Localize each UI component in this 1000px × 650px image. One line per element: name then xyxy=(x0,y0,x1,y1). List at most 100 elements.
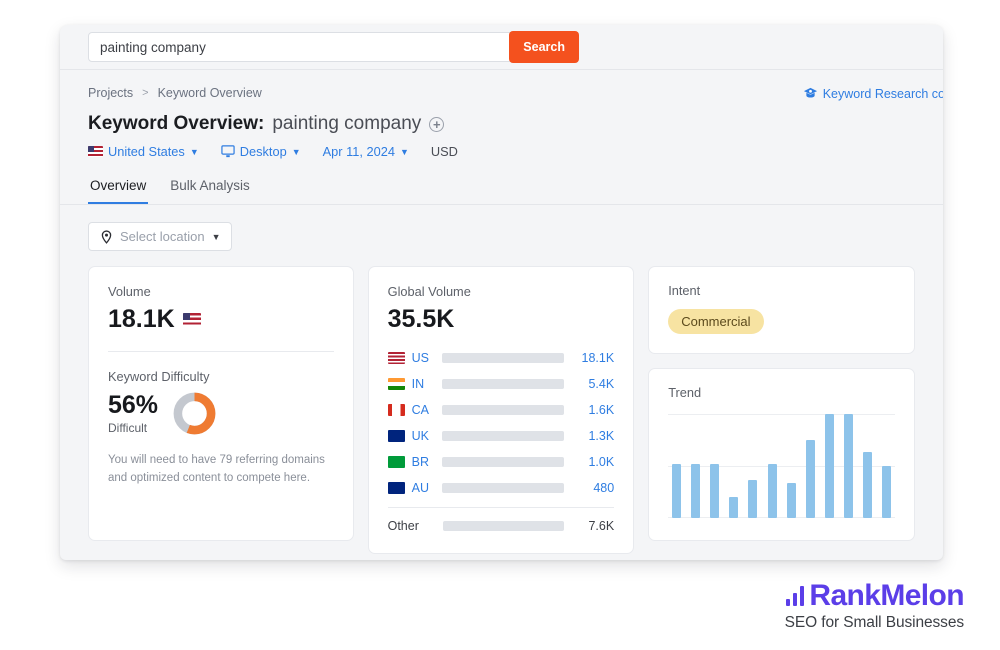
rankmelon-logo: RankMelon SEO for Small Businesses xyxy=(784,579,965,632)
keyword-difficulty-label: Keyword Difficulty xyxy=(108,369,210,385)
country-volume: 1.0K xyxy=(588,455,615,470)
search-button[interactable]: Search xyxy=(509,31,579,63)
us-flag-icon xyxy=(182,312,201,326)
device-selector[interactable]: Desktop ▼ xyxy=(221,144,301,159)
country-row: AU 480 xyxy=(387,475,615,501)
country-bar-track xyxy=(441,431,565,442)
country-bar-track xyxy=(441,405,565,416)
breadcrumb-separator-icon: > xyxy=(142,87,149,99)
country-code[interactable]: US xyxy=(412,351,442,365)
trend-label: Trend xyxy=(668,385,702,400)
trend-bar xyxy=(748,479,758,518)
chevron-down-icon: ▼ xyxy=(399,146,409,157)
volume-card: Volume 18.1K Keyword Difficulty 56% Diff… xyxy=(88,266,354,541)
country-row: BR 1.0K xyxy=(387,449,615,475)
country-bar-track xyxy=(441,353,565,364)
country-code-other: Other xyxy=(387,519,419,534)
trend-bars xyxy=(668,414,895,518)
currency-label-wrap: USD xyxy=(431,144,458,159)
page-title-prefix: Keyword Overview: xyxy=(88,113,265,134)
country-bar-track xyxy=(442,521,565,532)
country-row: UK 1.3K xyxy=(387,423,615,449)
trend-bar xyxy=(710,463,720,518)
intent-badge: Commercial xyxy=(668,309,764,334)
country-volume: 18.1K xyxy=(581,351,615,366)
chevron-down-icon: ▼ xyxy=(189,146,199,157)
date-selector[interactable]: Apr 11, 2024 ▼ xyxy=(323,144,409,159)
volume-value-row: 18.1K xyxy=(108,306,334,332)
screenshot-stage: ✕ Search Projects > Keyword Overview Key… xyxy=(0,0,1000,650)
volume-value: 18.1K xyxy=(108,305,175,333)
trend-bar xyxy=(843,414,853,518)
logo-tagline: SEO for Small Businesses xyxy=(784,614,964,631)
right-column: Intent Commercial Trend xyxy=(648,266,916,541)
us-flag-icon xyxy=(88,146,103,157)
country-row-other: Other 7.6K xyxy=(388,513,615,539)
keyword-research-course-link[interactable]: Keyword Research co xyxy=(803,86,943,101)
difficulty-donut-chart xyxy=(173,392,216,435)
country-code[interactable]: UK xyxy=(412,429,442,443)
keyword-difficulty-row: 56% Difficult xyxy=(108,391,334,436)
country-code[interactable]: AU xyxy=(412,481,442,495)
map-pin-icon xyxy=(101,229,112,244)
page-title: Keyword Overview: painting company + xyxy=(88,113,915,135)
metric-cards: Volume 18.1K Keyword Difficulty 56% Diff… xyxy=(88,266,916,555)
page-header: Projects > Keyword Overview Keyword Rese… xyxy=(60,70,943,174)
country-bar-track xyxy=(441,483,565,494)
breadcrumb-projects[interactable]: Projects xyxy=(88,86,133,100)
chevron-down-icon: ▼ xyxy=(211,231,221,242)
currency-label: USD xyxy=(430,144,458,159)
keyword-difficulty-values: 56% Difficult xyxy=(108,392,158,436)
tab-overview[interactable]: Overview xyxy=(88,174,149,204)
country-volume: 1.6K xyxy=(588,403,615,418)
trend-bar xyxy=(729,497,739,518)
country-list-divider xyxy=(387,507,615,509)
trend-bar xyxy=(672,463,682,518)
uk-flag-icon xyxy=(387,430,405,443)
keyword-difficulty-rating: Difficult xyxy=(108,421,148,436)
country-row: CA 1.6K xyxy=(387,397,615,423)
bar-chart-icon xyxy=(785,586,805,606)
trend-bar xyxy=(786,482,796,518)
country-volume: 5.4K xyxy=(588,377,615,392)
country-label: United States xyxy=(108,144,185,159)
trend-bar xyxy=(824,414,834,518)
trend-chart xyxy=(668,414,896,518)
country-volume: 1.3K xyxy=(588,429,615,444)
country-bar-track xyxy=(441,379,565,390)
volume-label: Volume xyxy=(108,284,151,299)
page-title-keyword: painting company xyxy=(272,113,422,134)
breadcrumb-current: Keyword Overview xyxy=(157,86,262,100)
country-breakdown-list: US 18.1K IN 5.4K CA 1.6K UK 1.3K BR 1.0K AU 480 Othe… xyxy=(387,345,615,539)
report-settings-row: United States ▼ Desktop ▼ Apr 11, 2024 ▼ xyxy=(88,144,915,174)
au-flag-icon xyxy=(387,482,405,495)
graduation-cap-icon xyxy=(803,87,817,98)
search-field-wrapper: ✕ Search xyxy=(88,31,579,63)
country-row: IN 5.4K xyxy=(387,371,615,397)
select-location-label: Select location xyxy=(120,229,205,244)
country-volume: 480 xyxy=(593,481,615,496)
search-input[interactable] xyxy=(89,33,551,61)
breadcrumb: Projects > Keyword Overview xyxy=(88,86,915,100)
overview-content: Select location ▼ Volume 18.1K Keyword D… xyxy=(60,205,943,555)
chevron-down-icon: ▼ xyxy=(291,146,301,157)
country-code[interactable]: IN xyxy=(412,377,442,391)
tab-bulk-analysis[interactable]: Bulk Analysis xyxy=(168,174,252,204)
in-flag-icon xyxy=(387,378,405,391)
monitor-icon xyxy=(221,145,235,158)
country-code[interactable]: CA xyxy=(412,403,442,417)
trend-bar xyxy=(767,463,777,518)
ca-flag-icon xyxy=(387,404,405,417)
trend-bar xyxy=(862,452,872,518)
us-flag-icon xyxy=(387,352,405,365)
br-flag-icon xyxy=(387,456,405,469)
logo-wordmark: RankMelon xyxy=(809,579,964,612)
add-keyword-icon[interactable]: + xyxy=(429,116,445,132)
tab-bar: Overview Bulk Analysis xyxy=(60,174,943,205)
country-bar-track xyxy=(441,457,565,468)
country-selector[interactable]: United States ▼ xyxy=(88,144,199,159)
country-row: US 18.1K xyxy=(387,345,615,371)
select-location-button[interactable]: Select location ▼ xyxy=(88,222,233,251)
country-code[interactable]: BR xyxy=(412,455,442,469)
card-divider xyxy=(108,351,334,353)
